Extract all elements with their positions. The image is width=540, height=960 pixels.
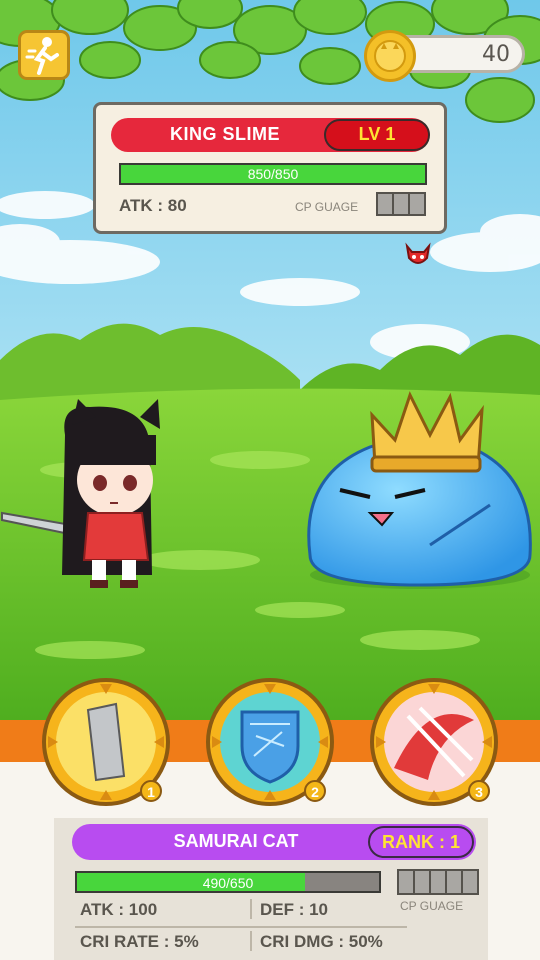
stat-divider <box>250 899 252 919</box>
boss-level: LV 1 <box>358 124 396 144</box>
boss-hp-text: 850/850 <box>247 166 299 182</box>
skill-button-3[interactable]: 3 <box>368 676 500 808</box>
coin-value: 40 <box>482 42 510 67</box>
exit-button[interactable] <box>18 30 70 80</box>
rank-text: RANK : 1 <box>381 832 460 852</box>
skill-button-1[interactable]: 1 <box>40 676 172 808</box>
skill-number: 1 <box>140 780 162 802</box>
player-cp-label: CP GUAGE <box>400 899 464 913</box>
running-exit-icon <box>25 37 59 75</box>
player-cri-rate: CRI RATE : 5% <box>80 932 199 951</box>
skill-button-2[interactable]: 2 <box>204 676 336 808</box>
cp-cell <box>447 871 463 893</box>
cp-cell <box>399 871 415 893</box>
boss-cp-label: CP GUAGE <box>295 200 359 214</box>
player-cp-gauge <box>397 869 479 895</box>
demon-face-icon <box>405 242 431 264</box>
stat-divider-horizontal <box>75 926 407 928</box>
cat-coin-icon <box>364 30 416 82</box>
samurai-cat-character <box>1 399 160 588</box>
skill-number: 3 <box>468 780 490 802</box>
stat-divider <box>250 931 252 951</box>
skill-number: 2 <box>304 780 326 802</box>
cp-cell <box>378 194 394 214</box>
cp-cell <box>415 871 431 893</box>
boss-name: KING SLIME <box>169 124 280 144</box>
player-name: SAMURAI CAT <box>173 831 299 851</box>
player-cri-dmg: CRI DMG : 50% <box>260 932 383 951</box>
boss-cp-gauge <box>376 192 426 216</box>
cp-cell <box>463 871 477 893</box>
player-atk: ATK : 100 <box>80 900 158 919</box>
cp-cell <box>410 194 424 214</box>
cp-cell <box>431 871 447 893</box>
boss-atk: ATK : 80 <box>119 196 187 215</box>
cp-cell <box>394 194 410 214</box>
king-slime-character <box>307 391 532 589</box>
player-def: DEF : 10 <box>260 900 329 919</box>
player-hp-text: 490/650 <box>202 875 254 891</box>
